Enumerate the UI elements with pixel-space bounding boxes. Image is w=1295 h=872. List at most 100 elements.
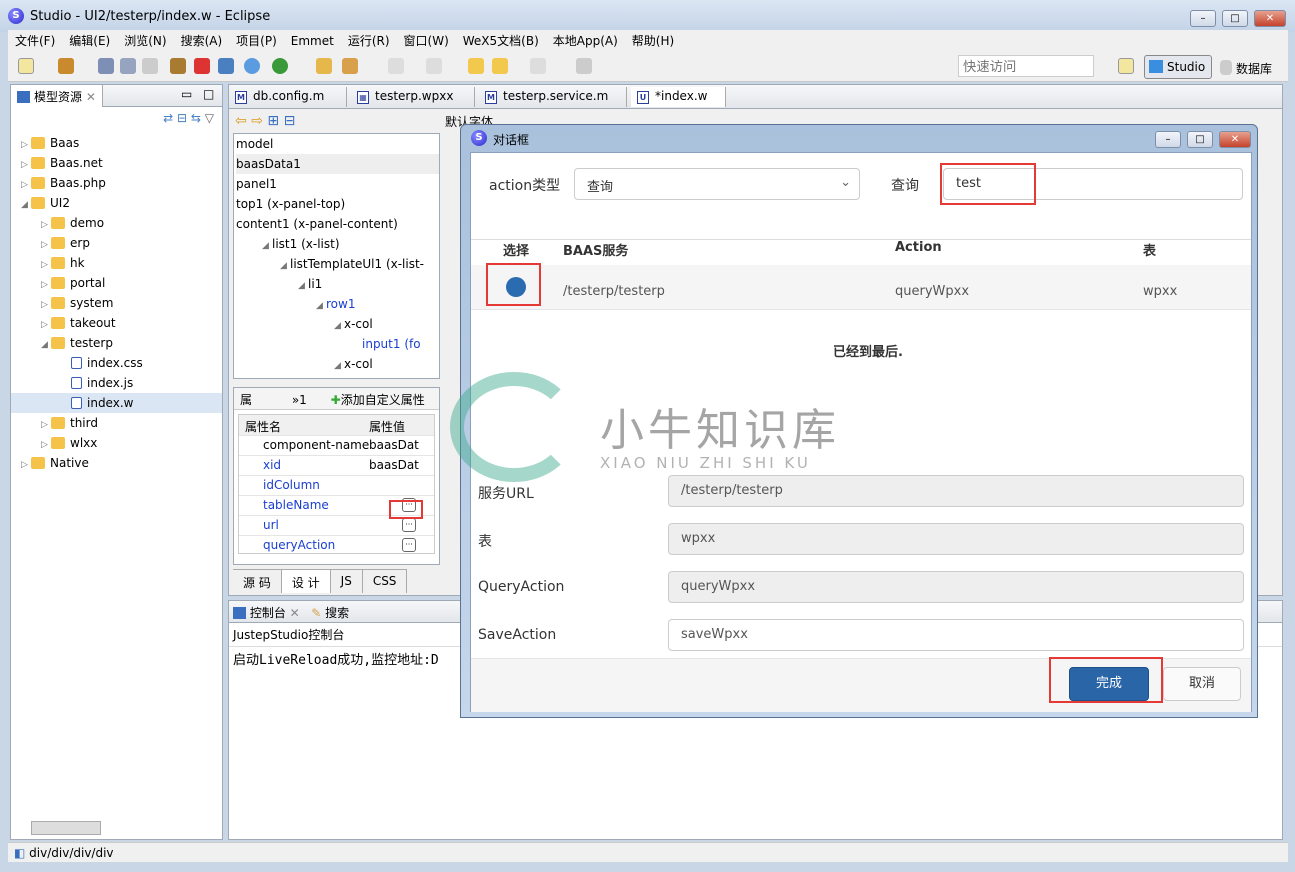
tree-item[interactable]: index.w — [11, 393, 222, 413]
tree-item[interactable]: index.js — [11, 373, 222, 393]
tree-item[interactable]: ▷ Baas.net — [11, 153, 222, 173]
ellipsis-button[interactable]: ··· — [402, 538, 416, 552]
expand-toggle-icon[interactable]: ▷ — [21, 155, 31, 175]
tree-item[interactable]: ▷ takeout — [11, 313, 222, 333]
editor-tab[interactable]: Mtesterp.service.m — [479, 87, 627, 107]
menu-item[interactable]: WeX5文档(B) — [456, 30, 546, 51]
database-perspective-button[interactable]: 数据库 — [1220, 60, 1272, 77]
expand-toggle-icon[interactable]: ◢ — [316, 296, 326, 316]
property-row[interactable]: queryAction ··· — [239, 535, 434, 555]
tree-item[interactable]: ▷ third — [11, 413, 222, 433]
expand-toggle-icon[interactable]: ▷ — [41, 235, 51, 255]
editor-tab[interactable]: Mdb.config.m — [229, 87, 347, 107]
debug-icon[interactable] — [244, 58, 260, 74]
next-annotation-icon[interactable] — [388, 58, 404, 74]
maximize-panel-icon[interactable]: □ — [203, 87, 214, 101]
outline-node[interactable]: ◢ listTemplateUl1 (x-list- — [236, 254, 439, 274]
minimize-button[interactable]: – — [1190, 10, 1216, 27]
collapse-all-icon[interactable]: ⊟ — [177, 111, 187, 125]
tree-item[interactable]: ▷ hk — [11, 253, 222, 273]
back-icon[interactable] — [492, 58, 508, 74]
menu-item[interactable]: 编辑(E) — [62, 30, 117, 51]
link-icon[interactable]: ⇆ — [191, 111, 201, 125]
prev-annotation-icon[interactable] — [426, 58, 442, 74]
outline-node[interactable]: ◢ x-col — [236, 314, 439, 334]
tree-item[interactable]: ▷ demo — [11, 213, 222, 233]
menu-item[interactable]: 搜索(A) — [174, 30, 230, 51]
tab-console[interactable]: 控制台 — [250, 606, 286, 620]
expand-toggle-icon[interactable]: ▷ — [41, 315, 51, 335]
expand-toggle-icon[interactable]: ▷ — [21, 135, 31, 155]
outline-node[interactable]: ◢ row1 — [236, 294, 439, 314]
outline-node[interactable]: panel1 — [236, 174, 439, 194]
close-icon[interactable]: ✕ — [86, 90, 96, 104]
tree-item[interactable]: ◢ testerp — [11, 333, 222, 353]
menu-item[interactable]: 项目(P) — [229, 30, 284, 51]
dialog-close-button[interactable]: ✕ — [1219, 131, 1251, 148]
new-icon[interactable] — [18, 58, 34, 74]
view-menu-icon[interactable]: ▽ — [205, 111, 214, 125]
expand-toggle-icon[interactable]: ◢ — [334, 316, 344, 336]
tree-item[interactable]: ▷ portal — [11, 273, 222, 293]
cancel-button[interactable]: 取消 — [1163, 667, 1241, 701]
collapse-icon[interactable]: ⊟ — [284, 113, 296, 129]
save-all-icon[interactable] — [120, 58, 136, 74]
forward-arrow-icon[interactable]: ⇨ — [251, 113, 263, 129]
tree-item[interactable]: index.css — [11, 353, 222, 373]
tab-search[interactable]: 搜索 — [325, 606, 349, 620]
open-project-icon[interactable] — [58, 58, 74, 74]
sync-icon[interactable]: ⇄ — [163, 111, 173, 125]
menu-item[interactable]: Emmet — [284, 32, 341, 50]
property-row[interactable]: idColumn — [239, 475, 434, 495]
tree-item[interactable]: ▷ Baas — [11, 133, 222, 153]
print-icon[interactable] — [142, 58, 158, 74]
outline-node[interactable]: ◢ x-col — [236, 354, 439, 374]
close-button[interactable]: ✕ — [1254, 10, 1286, 27]
open-folder-icon[interactable] — [316, 58, 332, 74]
outline-node[interactable]: baasData1 — [236, 154, 439, 174]
outline-node[interactable]: ◢ li1 — [236, 274, 439, 294]
expand-toggle-icon[interactable]: ◢ — [21, 195, 31, 215]
expand-toggle-icon[interactable]: ◢ — [41, 335, 51, 355]
outline-node[interactable]: top1 (x-panel-top) — [236, 194, 439, 214]
tomcat-stop-icon[interactable] — [194, 58, 210, 74]
editor-tab[interactable]: U *index.w — [631, 87, 726, 107]
dialog-maximize-button[interactable]: □ — [1187, 131, 1213, 148]
property-row[interactable]: component-name baasDat — [239, 435, 434, 455]
quick-access-input[interactable] — [958, 55, 1094, 77]
tree-item[interactable]: ▷ erp — [11, 233, 222, 253]
mode-tab[interactable]: CSS — [363, 570, 408, 593]
tab-model-resources[interactable]: 模型资源 ✕ — [11, 85, 103, 107]
tree-item[interactable]: ▷ system — [11, 293, 222, 313]
expand-toggle-icon[interactable]: ◢ — [334, 356, 344, 376]
field-input[interactable]: /testerp/testerp — [668, 475, 1244, 507]
pin-icon[interactable] — [576, 58, 592, 74]
expand-toggle-icon[interactable]: ▷ — [41, 295, 51, 315]
menu-item[interactable]: 文件(F) — [8, 30, 62, 51]
last-edit-icon[interactable] — [468, 58, 484, 74]
action-type-select[interactable]: 查询 ⌄ — [574, 168, 860, 200]
expand-toggle-icon[interactable]: ▷ — [41, 415, 51, 435]
add-custom-property-button[interactable]: 添加自定义属性 — [341, 393, 425, 407]
maximize-button[interactable]: □ — [1222, 10, 1248, 27]
field-input[interactable]: wpxx — [668, 523, 1244, 555]
outline-node[interactable]: model — [236, 134, 439, 154]
field-input[interactable]: saveWpxx — [668, 619, 1244, 651]
tab-properties[interactable]: 属 — [240, 393, 252, 407]
expand-toggle-icon[interactable]: ◢ — [262, 236, 272, 256]
expand-toggle-icon[interactable]: ▷ — [21, 455, 31, 475]
outline-node[interactable]: content1 (x-panel-content) — [236, 214, 439, 234]
expand-toggle-icon[interactable]: ▷ — [41, 275, 51, 295]
tomcat-start-icon[interactable] — [170, 58, 186, 74]
mode-tab[interactable]: 源 码 — [233, 570, 282, 593]
tab-more[interactable]: »1 — [292, 393, 307, 407]
minimize-panel-icon[interactable]: ▭ — [181, 87, 192, 101]
close-icon[interactable]: ✕ — [290, 606, 300, 620]
save-icon[interactable] — [98, 58, 114, 74]
property-row[interactable]: xid baasDat — [239, 455, 434, 475]
expand-toggle-icon[interactable]: ▷ — [41, 255, 51, 275]
expand-toggle-icon[interactable]: ▷ — [21, 175, 31, 195]
editor-tab[interactable]: ▦ testerp.wpxx — [351, 87, 475, 107]
menu-item[interactable]: 窗口(W) — [397, 30, 456, 51]
menu-item[interactable]: 帮助(H) — [625, 30, 681, 51]
